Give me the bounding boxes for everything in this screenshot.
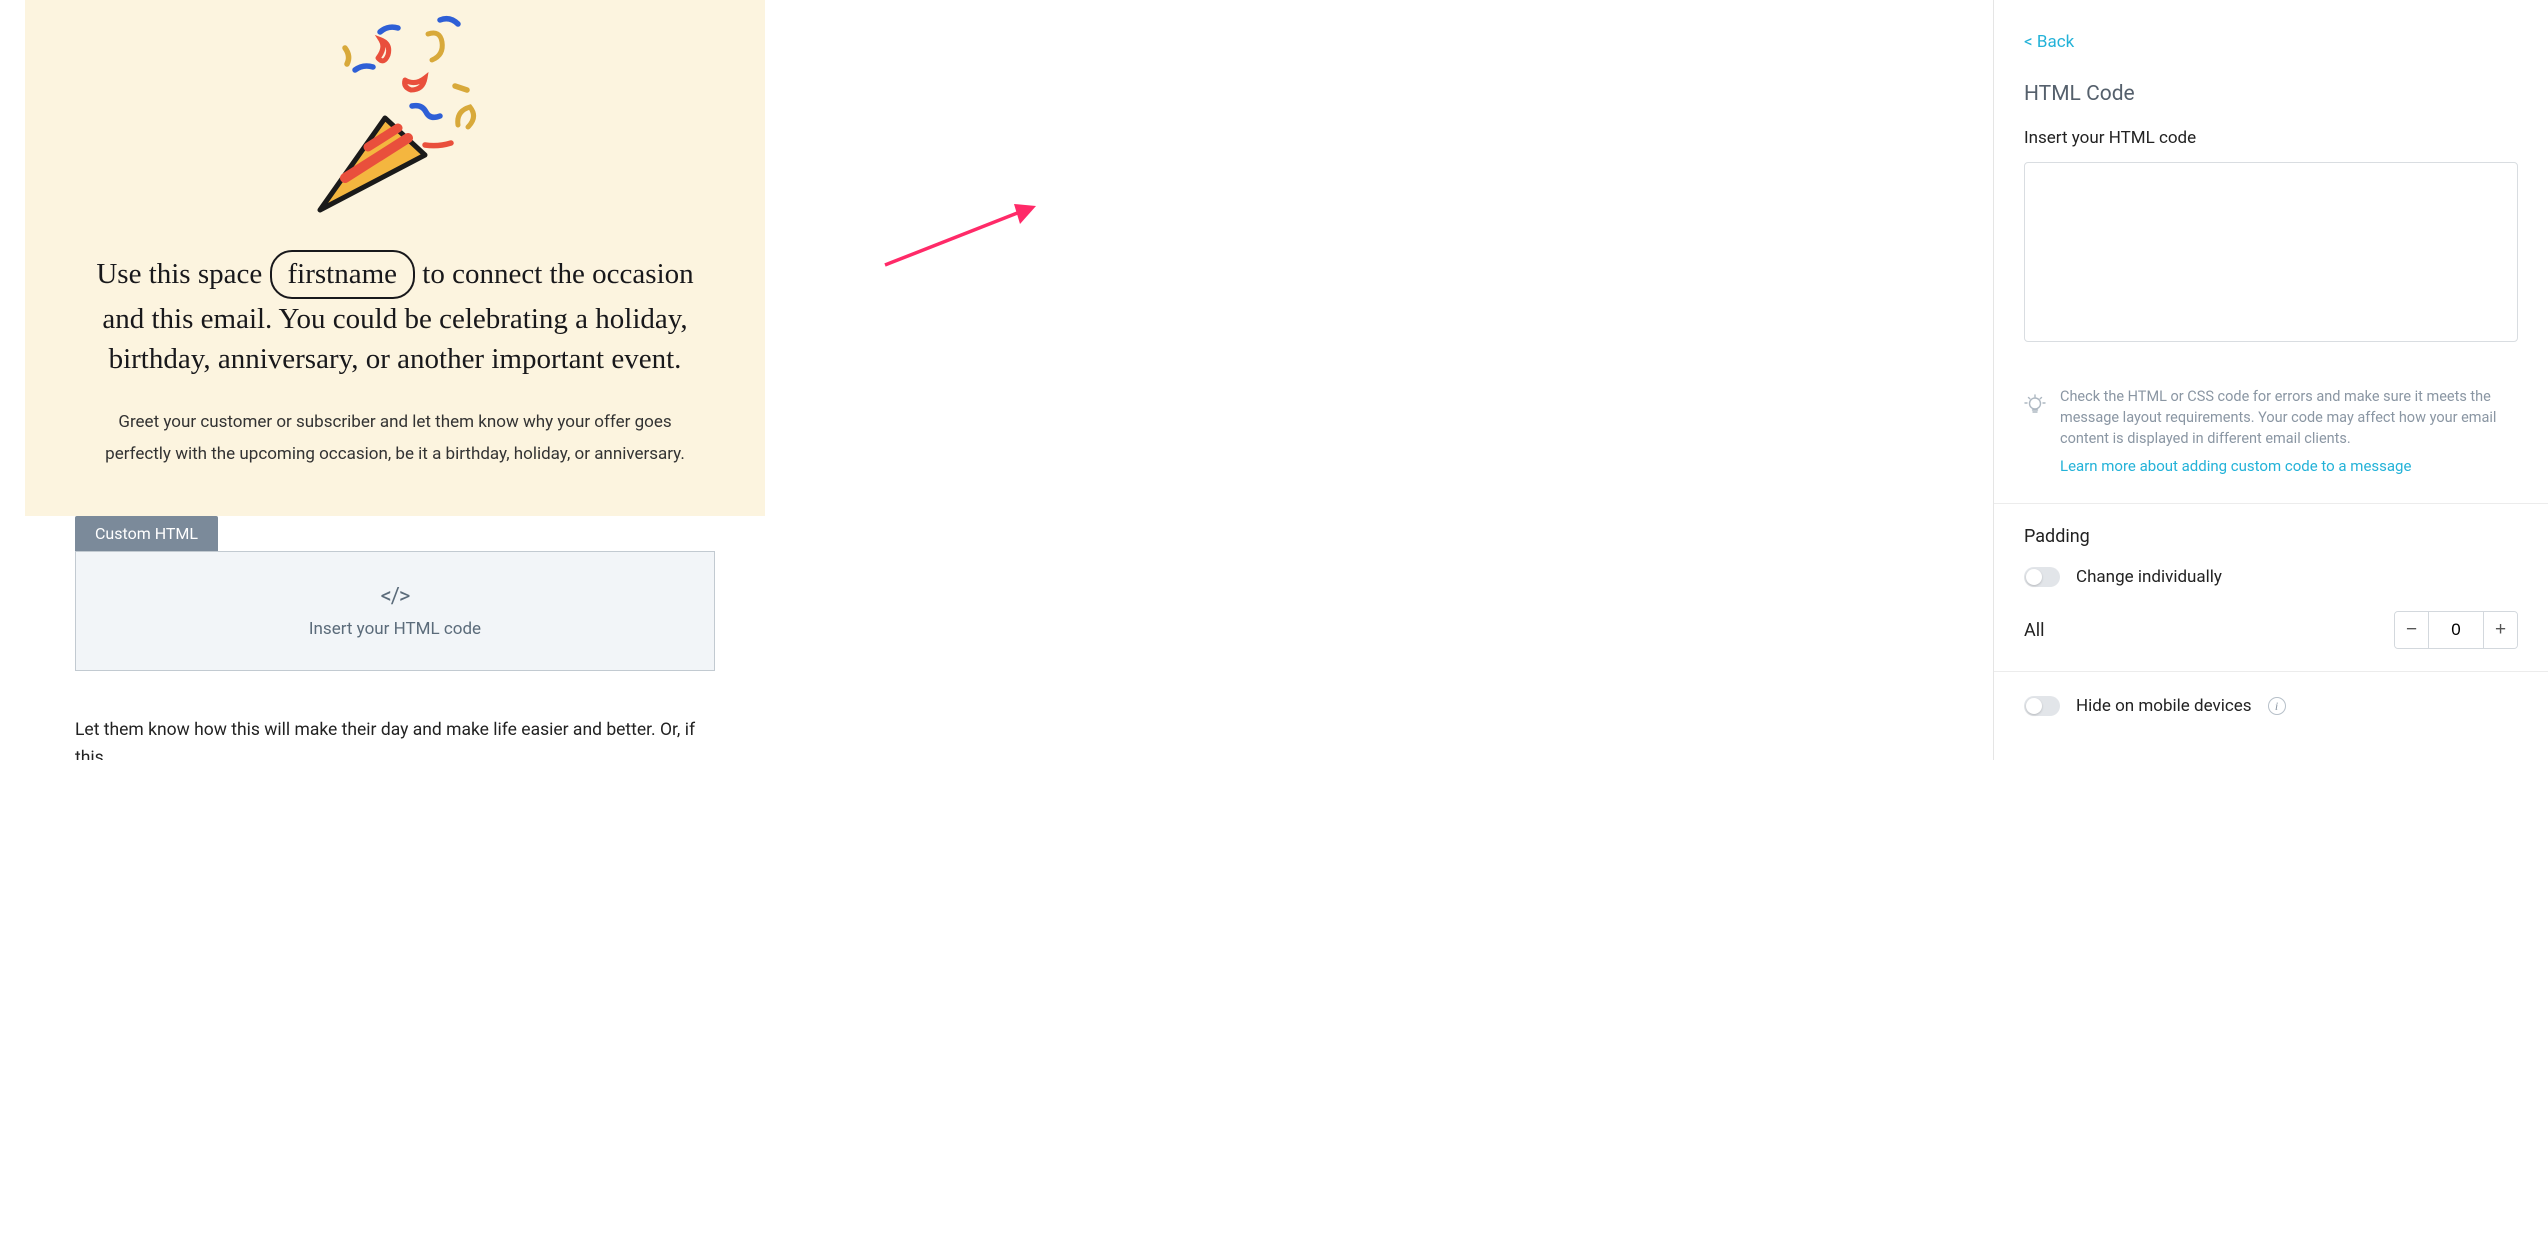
padding-all-label: All — [2024, 620, 2045, 641]
hero-subtext: Greet your customer or subscriber and le… — [85, 406, 705, 471]
change-individually-row: Change individually — [2024, 567, 2518, 587]
hide-on-mobile-row: Hide on mobile devices i — [2024, 672, 2518, 738]
padding-heading: Padding — [2024, 526, 2518, 547]
html-code-label: Insert your HTML code — [2024, 128, 2518, 148]
hint-text: Check the HTML or CSS code for errors an… — [2060, 386, 2518, 449]
padding-value-input[interactable] — [2429, 612, 2483, 648]
hide-on-mobile-label: Hide on mobile devices — [2076, 696, 2252, 716]
lightbulb-icon — [2024, 394, 2046, 416]
change-individually-label: Change individually — [2076, 567, 2222, 587]
party-popper-icon — [290, 10, 500, 220]
firstname-merge-tag[interactable]: firstname — [270, 250, 416, 299]
padding-increment-button[interactable]: + — [2483, 612, 2517, 648]
email-canvas: Use this space firstname to connect the … — [0, 0, 1993, 760]
change-individually-toggle[interactable] — [2024, 567, 2060, 587]
hero-text-part1: Use this space — [96, 258, 262, 290]
html-code-textarea[interactable] — [2024, 162, 2518, 342]
annotation-arrow-icon — [880, 200, 1040, 270]
padding-section: Padding Change individually All − + — [2024, 504, 2518, 671]
learn-more-link[interactable]: Learn more about adding custom code to a… — [2060, 457, 2518, 475]
properties-sidebar: < Back HTML Code Insert your HTML code C… — [1993, 0, 2548, 760]
hide-on-mobile-toggle[interactable] — [2024, 696, 2060, 716]
info-icon[interactable]: i — [2268, 697, 2286, 715]
hero-block: Use this space firstname to connect the … — [25, 0, 765, 516]
body-paragraph: Let them know how this will make their d… — [75, 716, 715, 760]
hero-title: Use this space firstname to connect the … — [85, 250, 705, 380]
hint-row: Check the HTML or CSS code for errors an… — [2024, 386, 2518, 503]
back-link[interactable]: < Back — [2024, 32, 2074, 52]
custom-html-placeholder: Insert your HTML code — [309, 619, 481, 639]
panel-heading: HTML Code — [2024, 82, 2518, 106]
padding-decrement-button[interactable]: − — [2395, 612, 2429, 648]
code-icon: </> — [381, 584, 410, 609]
padding-all-stepper[interactable]: − + — [2394, 611, 2518, 649]
custom-html-block[interactable]: Custom HTML </> Insert your HTML code — [75, 516, 715, 671]
custom-html-dropzone[interactable]: </> Insert your HTML code — [75, 551, 715, 671]
custom-html-tab[interactable]: Custom HTML — [75, 516, 218, 551]
